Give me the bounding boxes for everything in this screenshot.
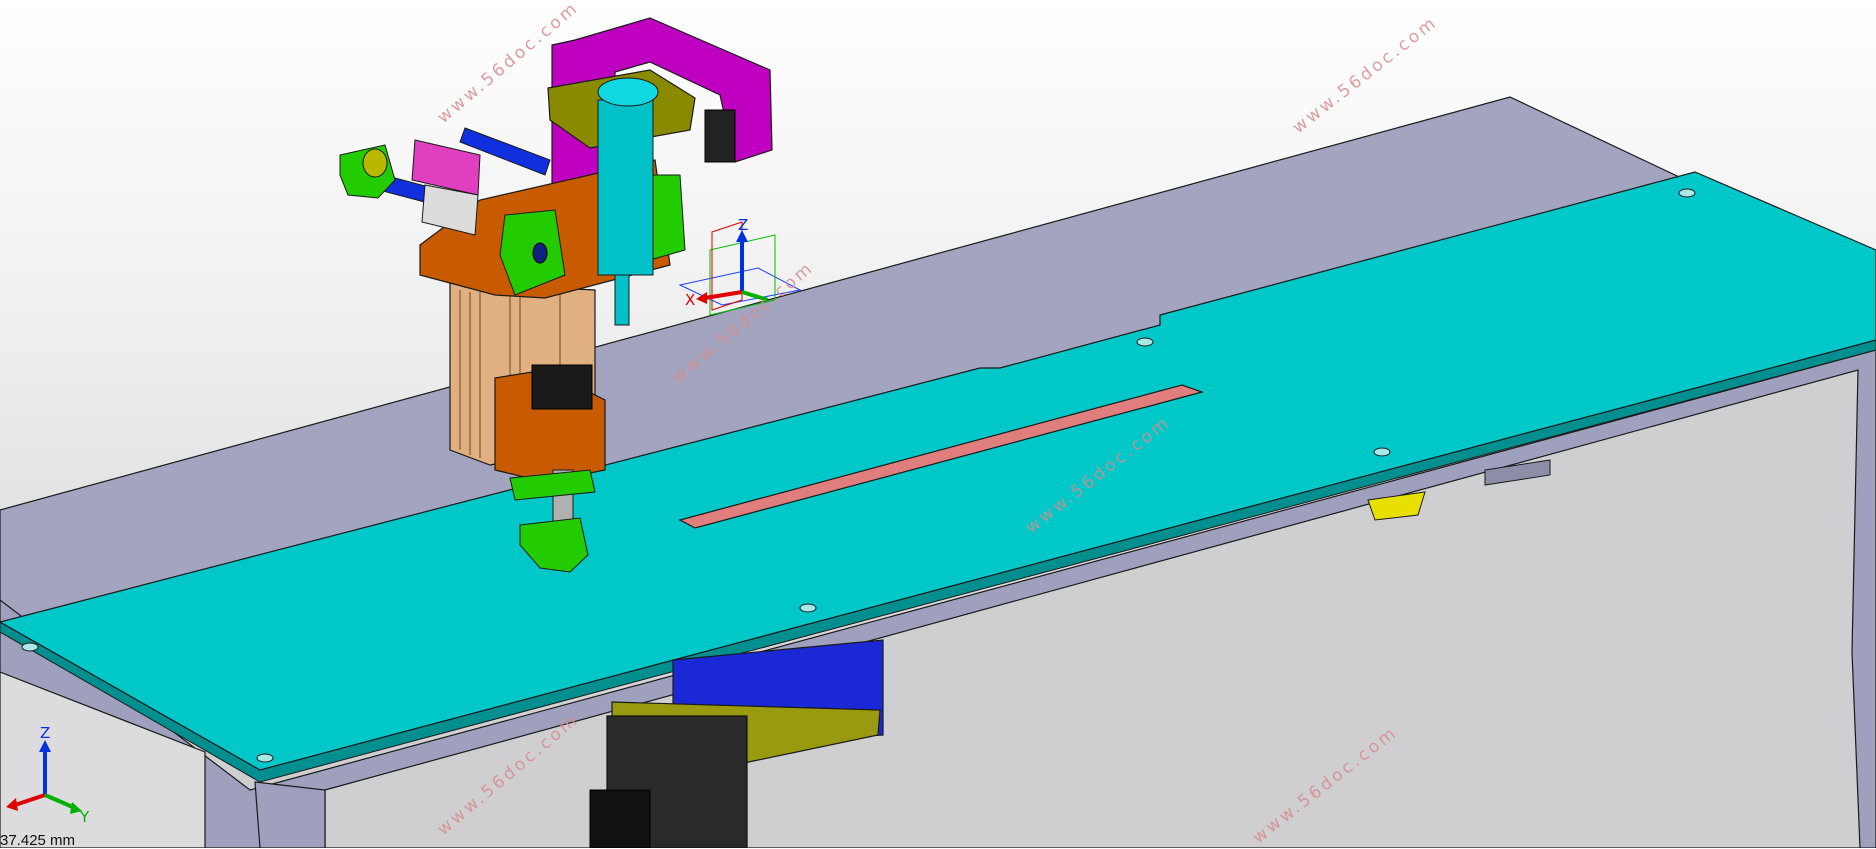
gizmo-x-label: X: [685, 291, 695, 309]
triad-y-label: Y: [79, 808, 90, 826]
cyan-cylinder[interactable]: [597, 99, 654, 276]
triad-z-label: Z: [40, 724, 50, 742]
frame-leg-front[interactable]: [254, 781, 326, 848]
black-switch[interactable]: [531, 364, 593, 410]
cyan-needle[interactable]: [614, 274, 630, 326]
cad-viewport[interactable]: Z X Z Y www.56doc.com www.56doc.com www.…: [0, 0, 1876, 849]
end-cap-ring: [362, 148, 388, 178]
flange-hole: [532, 242, 548, 264]
gizmo-z-label: Z: [738, 216, 748, 234]
bracket-black-block[interactable]: [704, 109, 736, 163]
scale-readout: 37.425 mm: [0, 832, 76, 849]
motor-bracket[interactable]: [589, 789, 651, 848]
cad-scene[interactable]: Z X Z Y: [0, 0, 1876, 848]
cyan-cylinder-cap: [597, 77, 659, 107]
